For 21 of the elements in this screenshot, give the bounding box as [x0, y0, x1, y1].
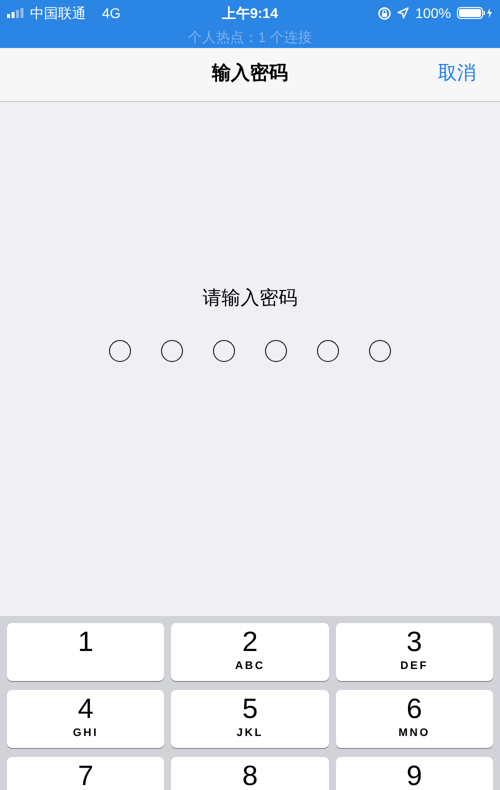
keypad-key[interactable]: 5 JKL [171, 690, 329, 748]
keypad-key[interactable]: 4 GHI [7, 690, 164, 748]
hotspot-status-text: 个人热点：1 个连接 [188, 28, 312, 46]
keypad-key[interactable]: 9 [336, 757, 493, 790]
cancel-button[interactable]: 取消 [438, 60, 476, 89]
keypad-key[interactable]: 3 DEF [336, 623, 493, 681]
keypad-key[interactable]: 8 [171, 757, 329, 790]
carrier-name: 中国联通 [30, 4, 86, 22]
location-arrow-icon [397, 7, 410, 19]
passcode-prompt: 请输入密码 [202, 287, 298, 311]
nav-title: 输入密码 [212, 62, 288, 86]
keypad-key[interactable]: 2 ABC [171, 623, 329, 681]
signal-icon [7, 8, 24, 18]
network-type: 4G [102, 4, 121, 22]
battery-charging-icon [457, 7, 493, 19]
battery-percent: 100% [415, 4, 451, 22]
clock: 上午9:14 [222, 4, 278, 22]
rotation-lock-icon [378, 6, 392, 20]
keypad-key[interactable]: 7 [7, 757, 164, 790]
keypad-key[interactable]: 1 [7, 623, 164, 681]
keypad-key[interactable]: 6 MNO [336, 690, 493, 748]
